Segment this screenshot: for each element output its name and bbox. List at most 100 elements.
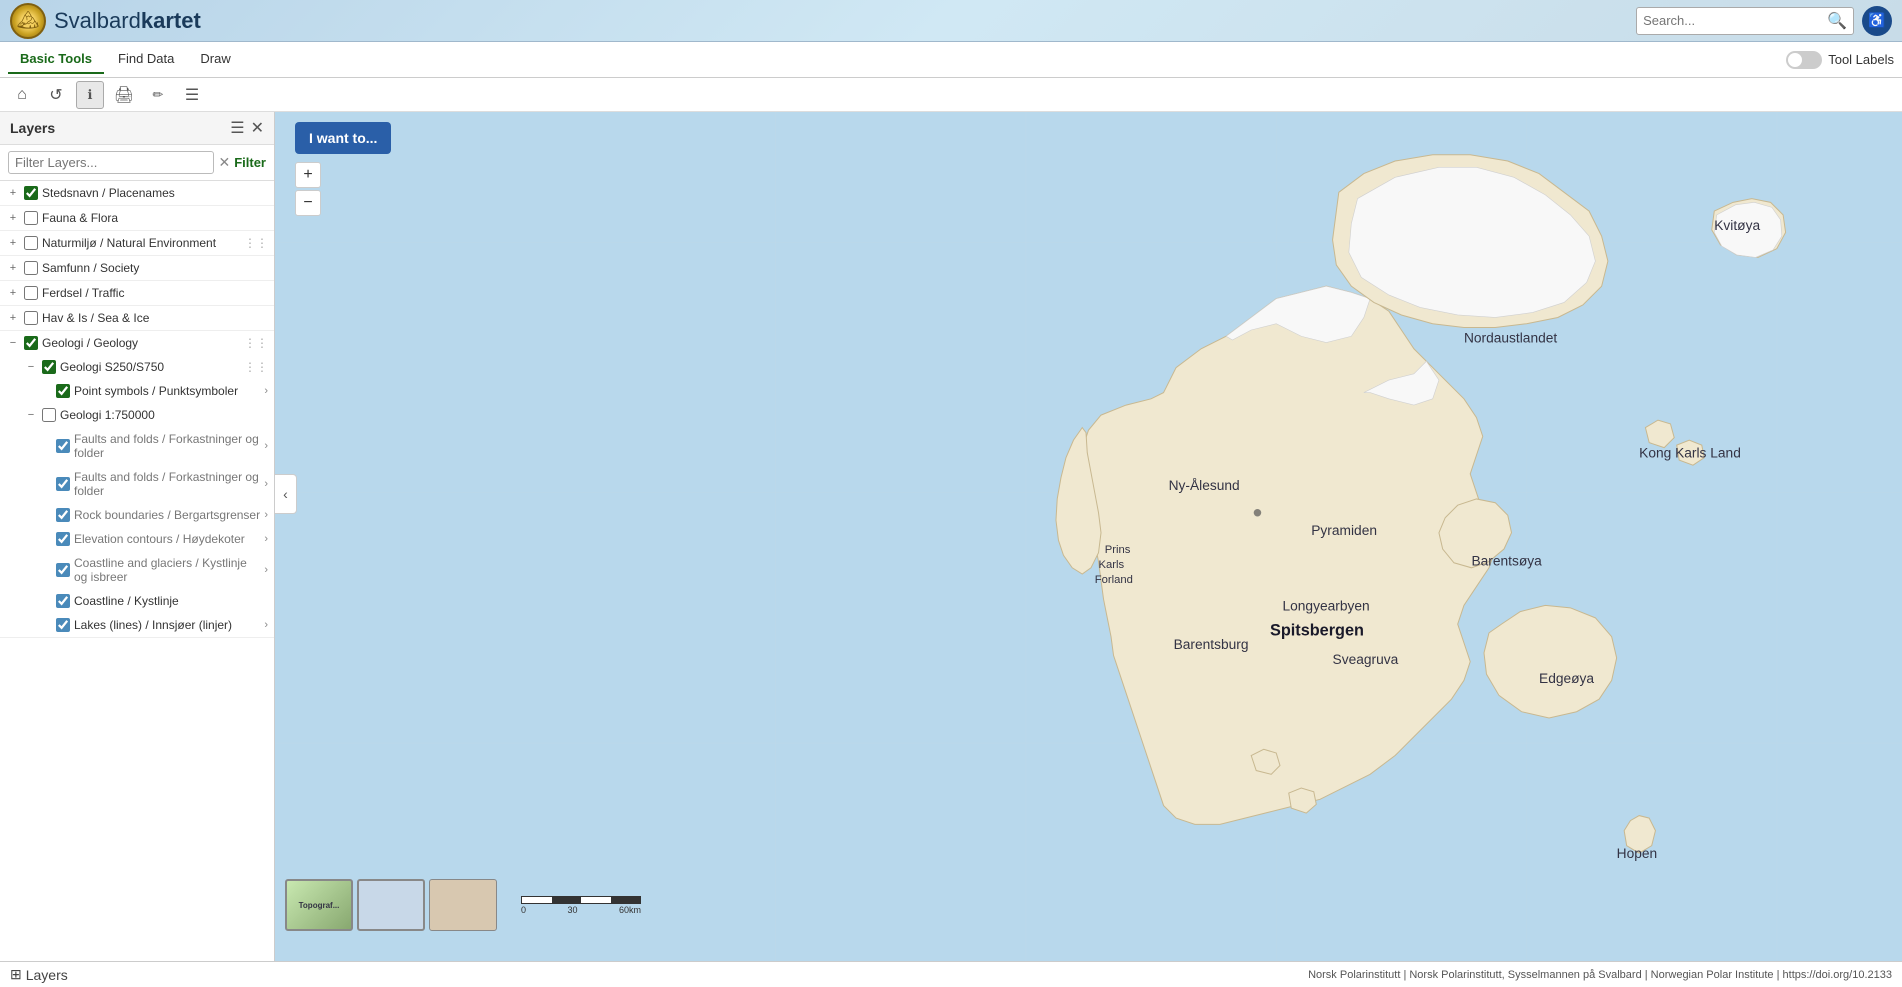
list-item[interactable]: Point symbols / Punktsymboler › xyxy=(0,379,274,403)
expand-geologi[interactable]: − xyxy=(6,336,20,350)
sidebar-title: Layers xyxy=(10,120,55,136)
checkbox-stedsnavn[interactable] xyxy=(24,186,38,200)
list-item[interactable]: − Geologi 1:750000 xyxy=(0,403,274,427)
expand-stedsnavn[interactable]: + xyxy=(6,186,20,200)
list-item[interactable]: + Naturmiljø / Natural Environment ⋮⋮ xyxy=(0,231,274,255)
print-button[interactable]: 🖨 xyxy=(110,81,138,109)
list-item[interactable]: + Hav & Is / Sea & Ice xyxy=(0,306,274,330)
label-pyramiden: Pyramiden xyxy=(1311,523,1377,538)
list-item[interactable]: + Samfunn / Society xyxy=(0,256,274,280)
checkbox-ferdsel[interactable] xyxy=(24,286,38,300)
checkbox-elevation[interactable] xyxy=(56,532,70,546)
arrow-faults2: › xyxy=(264,478,268,490)
list-item[interactable]: Faults and folds / Forkastninger og fold… xyxy=(0,427,274,465)
accessibility-icon: ♿ xyxy=(1868,12,1885,29)
label-spitsbergen: Spitsbergen xyxy=(1270,621,1364,639)
accessibility-button[interactable]: ♿ xyxy=(1862,6,1892,36)
sidebar-close[interactable]: ✕ xyxy=(251,118,264,138)
list-item[interactable]: + Stedsnavn / Placenames xyxy=(0,181,274,205)
layer-group-samfunn: + Samfunn / Society xyxy=(0,256,274,281)
sidebar-collapse-button[interactable]: ‹ xyxy=(275,474,297,514)
list-item[interactable]: − Geologi S250/S750 ⋮⋮ xyxy=(0,355,274,379)
search-input[interactable] xyxy=(1643,13,1823,28)
map-thumbnail-topograf[interactable]: Topograf... xyxy=(285,879,353,931)
sidebar-list-view[interactable]: ☰ xyxy=(230,118,244,138)
tab-draw[interactable]: Draw xyxy=(188,45,242,74)
checkbox-samfunn[interactable] xyxy=(24,261,38,275)
label-hopen: Hopen xyxy=(1617,846,1658,861)
map-thumbnail-3[interactable] xyxy=(429,879,497,931)
layer-label-geologi-s250: Geologi S250/S750 xyxy=(60,360,240,374)
layer-label-lakes: Lakes (lines) / Innsjøer (linjer) xyxy=(74,618,260,632)
checkbox-naturmiljo[interactable] xyxy=(24,236,38,250)
search-box[interactable]: 🔍 xyxy=(1636,7,1854,35)
list-item[interactable]: + Ferdsel / Traffic xyxy=(0,281,274,305)
tool-labels-text: Tool Labels xyxy=(1828,52,1894,67)
label-nordaustlandet: Nordaustlandet xyxy=(1464,331,1557,346)
checkbox-lakes[interactable] xyxy=(56,618,70,632)
list-item[interactable]: Coastline / Kystlinje xyxy=(0,589,274,613)
layer-label-faults2: Faults and folds / Forkastninger og fold… xyxy=(74,470,260,498)
expand-hav[interactable]: + xyxy=(6,311,20,325)
arrow-elevation: › xyxy=(264,533,268,545)
layer-label-naturmiljo: Naturmiljø / Natural Environment xyxy=(42,236,240,250)
label-ny-alesund: Ny-Ålesund xyxy=(1169,477,1240,493)
status-bar: ⊞ Layers Norsk Polarinstitutt | Norsk Po… xyxy=(0,961,1902,987)
list-item[interactable]: + Fauna & Flora xyxy=(0,206,274,230)
checkbox-faults1[interactable] xyxy=(56,439,70,453)
menu-button[interactable]: ☰ xyxy=(178,81,206,109)
checkbox-point-symbols[interactable] xyxy=(56,384,70,398)
tab-find-data[interactable]: Find Data xyxy=(106,45,186,74)
checkbox-geologi[interactable] xyxy=(24,336,38,350)
layers-icon: ⊞ xyxy=(10,966,22,983)
list-item[interactable]: Rock boundaries / Bergartsgrenser › xyxy=(0,503,274,527)
layer-label-geologi-750: Geologi 1:750000 xyxy=(60,408,268,422)
expand-geologi-750[interactable]: − xyxy=(24,408,38,422)
filter-clear-button[interactable]: ✕ xyxy=(218,154,230,171)
tab-basic-tools[interactable]: Basic Tools xyxy=(8,45,104,74)
attribution-text: Norsk Polarinstitutt | Norsk Polarinstit… xyxy=(1308,969,1892,981)
layer-label-samfunn: Samfunn / Society xyxy=(42,261,268,275)
label-edgeoya: Edgeøya xyxy=(1539,671,1594,686)
layers-label: Layers xyxy=(26,967,68,983)
drag-geologi: ⋮⋮ xyxy=(244,336,268,350)
refresh-button[interactable]: ↺ xyxy=(42,81,70,109)
checkbox-geologi-s250[interactable] xyxy=(42,360,56,374)
tool-labels-switch[interactable] xyxy=(1786,51,1822,69)
checkbox-hav[interactable] xyxy=(24,311,38,325)
info-button[interactable]: ℹ xyxy=(76,81,104,109)
checkbox-faults2[interactable] xyxy=(56,477,70,491)
list-item[interactable]: Coastline and glaciers / Kystlinje og is… xyxy=(0,551,274,589)
search-button[interactable]: 🔍 xyxy=(1827,11,1847,31)
i-want-to-button[interactable]: I want to... xyxy=(295,122,391,154)
label-barentsoya: Barentsøya xyxy=(1471,553,1542,568)
list-item[interactable]: − Geologi / Geology ⋮⋮ xyxy=(0,331,274,355)
layers-toggle-button[interactable]: ⊞ Layers xyxy=(10,966,68,983)
checkbox-coastline-glaciers[interactable] xyxy=(56,563,70,577)
expand-geologi-s250[interactable]: − xyxy=(24,360,38,374)
home-button[interactable]: ⌂ xyxy=(8,81,36,109)
list-item[interactable]: Elevation contours / Høydekoter › xyxy=(0,527,274,551)
expand-samfunn[interactable]: + xyxy=(6,261,20,275)
list-item[interactable]: Lakes (lines) / Innsjøer (linjer) › xyxy=(0,613,274,637)
expand-naturmiljo[interactable]: + xyxy=(6,236,20,250)
checkbox-geologi-750[interactable] xyxy=(42,408,56,422)
checkbox-coastline[interactable] xyxy=(56,594,70,608)
expand-fauna[interactable]: + xyxy=(6,211,20,225)
list-item[interactable]: Faults and folds / Forkastninger og fold… xyxy=(0,465,274,503)
logo: 🏔 Svalbardkartet xyxy=(10,3,201,39)
filter-button[interactable]: Filter xyxy=(234,155,266,170)
map-container[interactable]: Kvitøya Nordaustlandet Kong Karls Land N… xyxy=(275,112,1902,961)
label-prins-karls: Prins xyxy=(1105,544,1131,556)
layer-group-stedsnavn: + Stedsnavn / Placenames xyxy=(0,181,274,206)
expand-ferdsel[interactable]: + xyxy=(6,286,20,300)
checkbox-fauna[interactable] xyxy=(24,211,38,225)
zoom-out-button[interactable]: − xyxy=(295,190,321,216)
checkbox-rock[interactable] xyxy=(56,508,70,522)
filter-input[interactable] xyxy=(8,151,214,174)
measure-button[interactable]: ✏ xyxy=(144,81,172,109)
map-tools-bar: ⌂ ↺ ℹ 🖨 ✏ ☰ xyxy=(0,78,1902,112)
map-thumbnail-2[interactable] xyxy=(357,879,425,931)
drag-naturmiljo: ⋮⋮ xyxy=(244,236,268,250)
zoom-in-button[interactable]: + xyxy=(295,162,321,188)
